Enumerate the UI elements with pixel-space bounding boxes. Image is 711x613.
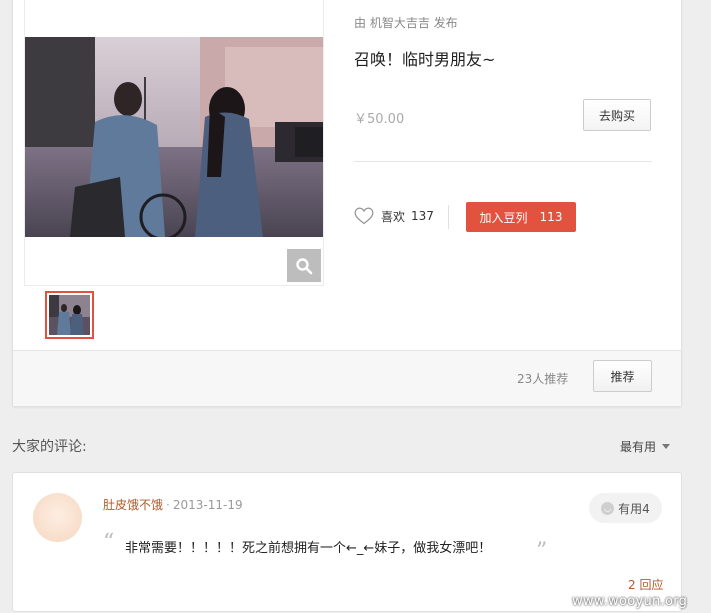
meta-separator: · bbox=[166, 498, 170, 512]
product-card: 由 机智大吉吉 发布 召唤！临时男朋友~ ￥50.00 去购买 喜欢 137 加… bbox=[12, 0, 682, 407]
comment-author[interactable]: 肚皮饿不饿 bbox=[103, 498, 163, 512]
vertical-separator bbox=[448, 205, 449, 229]
thumbnail-image bbox=[49, 295, 90, 335]
product-photo[interactable] bbox=[25, 37, 323, 237]
like-count: 137 bbox=[411, 209, 434, 223]
comment-text: 非常需要！！！！！死之前想拥有一个←_←妹子，做我女漂吧！ bbox=[125, 541, 492, 556]
sort-dropdown[interactable]: 最有用 bbox=[620, 438, 671, 455]
comment-date: 2013-11-19 bbox=[172, 498, 243, 512]
open-quote-icon: “ bbox=[103, 530, 115, 555]
like-label: 喜欢 bbox=[381, 209, 406, 224]
doulist-count: 113 bbox=[539, 210, 563, 224]
close-quote-icon: ” bbox=[536, 539, 548, 564]
heart-icon bbox=[354, 207, 374, 225]
divider bbox=[354, 161, 652, 162]
product-image-frame bbox=[24, 0, 324, 286]
avatar[interactable] bbox=[33, 493, 82, 542]
comment-card: 肚皮饿不饿 · 2013-11-19 ◡ 有用4 “ 非常需要！！！！！死之前想拥有… bbox=[12, 472, 682, 612]
add-to-doulist-button[interactable]: 加入豆列 113 bbox=[466, 202, 576, 232]
magnifier-icon bbox=[296, 257, 313, 274]
useful-button[interactable]: ◡ 有用4 bbox=[589, 493, 662, 523]
like-button[interactable]: 喜欢 137 bbox=[354, 207, 434, 225]
useful-label: 有用4 bbox=[618, 501, 650, 516]
sort-label: 最有用 bbox=[620, 440, 657, 454]
doulist-label: 加入豆列 bbox=[479, 210, 528, 225]
recommend-button[interactable]: 推荐 bbox=[593, 360, 652, 392]
product-price: ￥50.00 bbox=[354, 112, 405, 127]
comment-meta: 肚皮饿不饿 · 2013-11-19 bbox=[103, 496, 243, 513]
product-title: 召唤！临时男朋友~ bbox=[354, 50, 496, 69]
buy-button[interactable]: 去购买 bbox=[583, 99, 651, 131]
comments-heading: 大家的评论: bbox=[12, 439, 87, 455]
smiley-icon: ◡ bbox=[601, 501, 615, 515]
replies-link[interactable]: 2 回应 bbox=[628, 576, 663, 593]
image-thumbnail[interactable] bbox=[45, 291, 94, 339]
card-footer: 23人推荐 推荐 bbox=[13, 350, 681, 406]
recommend-count: 23人推荐 bbox=[517, 372, 569, 386]
watermark: www.wooyun.org bbox=[572, 594, 688, 609]
zoom-button[interactable] bbox=[287, 249, 321, 282]
publisher-info: 由 机智大吉吉 发布 bbox=[354, 16, 458, 30]
caret-down-icon bbox=[662, 444, 671, 449]
